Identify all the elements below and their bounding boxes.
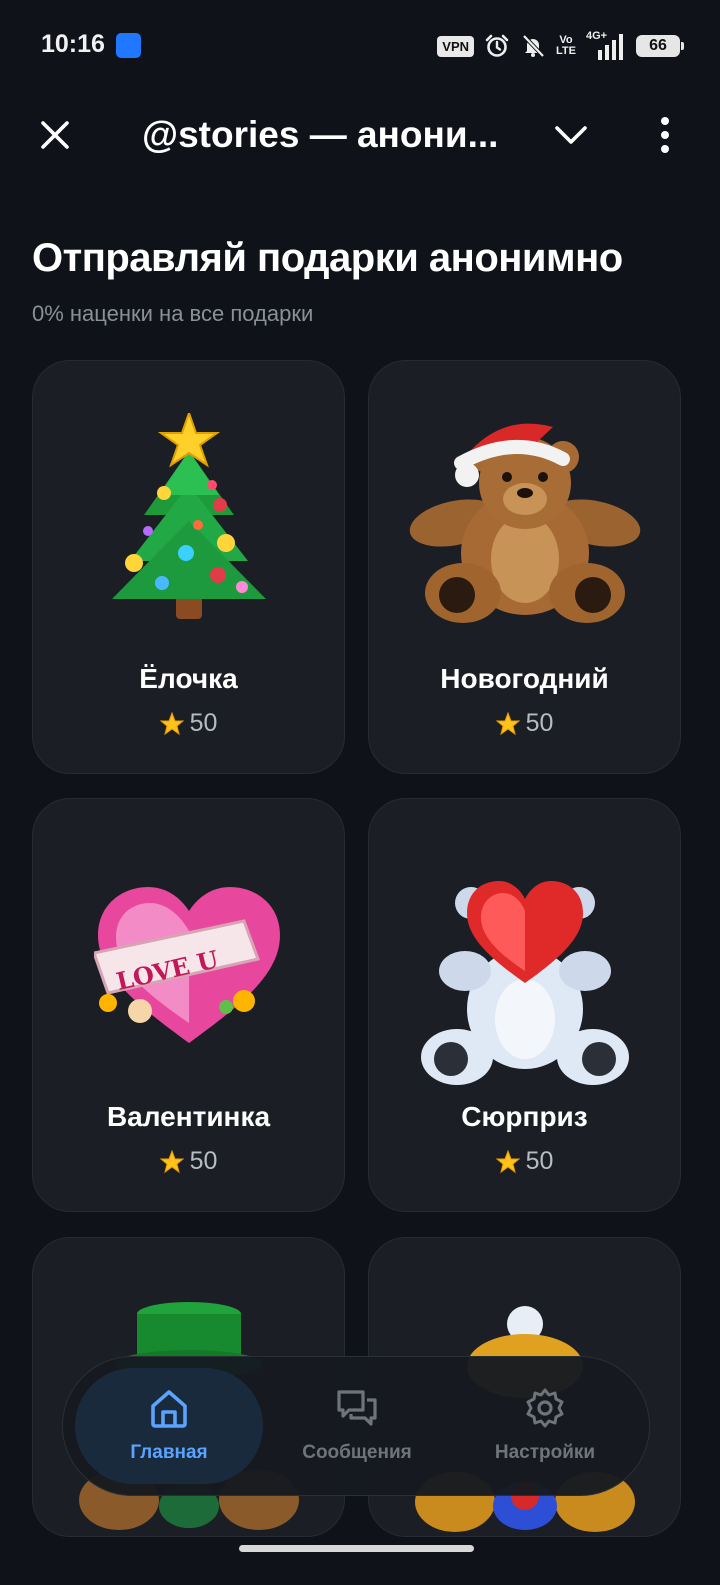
gift-price: 50 bbox=[369, 709, 680, 738]
page-subtitle: 0% наценки на все подарки bbox=[32, 301, 314, 326]
close-button[interactable] bbox=[38, 118, 72, 152]
teddy-bear-icon bbox=[409, 423, 640, 623]
nav-label-home: Главная bbox=[130, 1442, 208, 1463]
gift-price: 50 bbox=[33, 1147, 344, 1176]
home-icon bbox=[151, 1390, 187, 1428]
bottom-navigation: Главная Сообщения Настройки bbox=[62, 1356, 650, 1496]
nav-label-messages: Сообщения bbox=[302, 1442, 412, 1463]
close-icon bbox=[41, 121, 69, 149]
gift-price-value: 50 bbox=[189, 709, 218, 737]
volte-indicator: Vo LTE bbox=[556, 35, 576, 57]
gift-name: Валентинка bbox=[106, 1101, 271, 1132]
page-title: Отправляй подарки анонимно bbox=[32, 236, 623, 280]
signal-bars-icon bbox=[598, 34, 623, 60]
star-icon bbox=[495, 1149, 520, 1173]
android-app-icon bbox=[116, 33, 141, 58]
nav-label-settings: Настройки bbox=[494, 1442, 596, 1463]
vpn-icon: VPN bbox=[437, 35, 475, 57]
signal-indicator: 4G+ bbox=[586, 30, 626, 60]
battery-icon: 66 bbox=[636, 35, 684, 57]
alarm-icon bbox=[485, 34, 509, 57]
expand-button[interactable] bbox=[552, 118, 590, 152]
bot-title: @stories — анони... bbox=[142, 114, 499, 155]
more-menu-button[interactable] bbox=[652, 116, 678, 154]
christmas-tree-icon bbox=[111, 413, 266, 619]
volte-bottom-text: LTE bbox=[556, 45, 576, 57]
star-icon bbox=[159, 1149, 184, 1173]
gift-card-valentine[interactable]: LOVE U Валентинка 50 bbox=[32, 798, 345, 1212]
star-icon bbox=[159, 711, 184, 735]
more-vertical-icon bbox=[661, 117, 669, 153]
mute-bell-icon bbox=[522, 34, 545, 58]
settings-icon bbox=[526, 1388, 564, 1428]
nav-item-settings[interactable]: Настройки bbox=[451, 1368, 639, 1484]
messages-icon bbox=[337, 1390, 377, 1426]
app-screen: 10:16 VPN Vo LTE 4G+ 66 @stories — анони… bbox=[0, 0, 720, 1585]
status-time: 10:16 bbox=[41, 30, 105, 58]
gift-card-surprise[interactable]: Сюрприз 50 bbox=[368, 798, 681, 1212]
gift-price: 50 bbox=[33, 709, 344, 738]
nav-item-home[interactable]: Главная bbox=[75, 1368, 263, 1484]
gift-name: Ёлочка bbox=[139, 663, 238, 694]
nav-item-messages[interactable]: Сообщения bbox=[263, 1368, 451, 1484]
heart-love-u-icon: LOVE U bbox=[93, 887, 280, 1043]
top-bar: @stories — анони... bbox=[0, 92, 720, 178]
gift-price-value: 50 bbox=[525, 709, 554, 737]
status-bar: 10:16 VPN Vo LTE 4G+ 66 bbox=[0, 0, 720, 92]
gift-price: 50 bbox=[369, 1147, 680, 1176]
home-indicator[interactable] bbox=[239, 1545, 474, 1552]
gift-price-value: 50 bbox=[525, 1147, 554, 1175]
gift-name: Новогодний bbox=[440, 663, 609, 694]
gift-name: Сюрприз bbox=[461, 1101, 588, 1132]
gift-card-new-year-bear[interactable]: Новогодний 50 bbox=[368, 360, 681, 774]
chevron-down-icon bbox=[555, 126, 587, 144]
star-icon bbox=[495, 711, 520, 735]
bear-with-heart-icon bbox=[420, 881, 629, 1085]
gift-card-tree[interactable]: Ёлочка 50 bbox=[32, 360, 345, 774]
gift-price-value: 50 bbox=[189, 1147, 218, 1175]
status-icons: VPN Vo LTE 4G+ 66 bbox=[437, 30, 684, 62]
